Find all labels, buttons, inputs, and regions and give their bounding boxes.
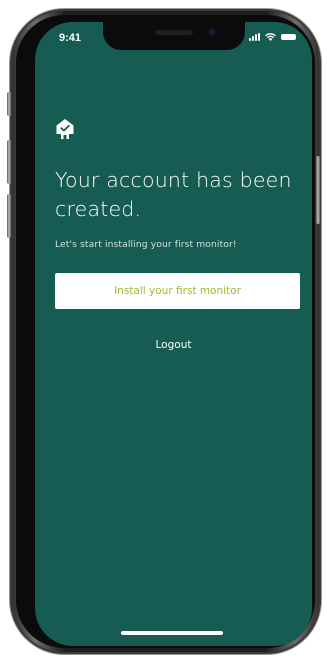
status-time: 9:41 xyxy=(59,32,82,44)
battery-icon xyxy=(281,34,296,40)
logout-link[interactable]: Logout xyxy=(35,339,312,351)
status-icons xyxy=(249,33,296,41)
wifi-icon xyxy=(265,33,276,41)
house-checkmark-icon xyxy=(56,119,74,139)
notch xyxy=(103,22,245,50)
volume-down-button xyxy=(7,194,11,238)
home-indicator[interactable] xyxy=(121,631,223,635)
power-button xyxy=(316,156,320,224)
page-title: Your account has been created. xyxy=(55,168,292,221)
device-mockup: 9:41 Your account has been created. Let'… xyxy=(0,0,327,658)
earpiece-speaker xyxy=(155,30,193,35)
volume-up-button xyxy=(7,140,11,184)
page-subtitle: Let's start installing your first monito… xyxy=(55,239,237,250)
install-first-monitor-button[interactable]: Install your first monitor xyxy=(55,273,300,309)
cellular-signal-icon xyxy=(249,33,260,41)
front-camera xyxy=(208,28,216,36)
mute-switch xyxy=(7,92,11,116)
app-screen: 9:41 Your account has been created. Let'… xyxy=(35,22,312,646)
